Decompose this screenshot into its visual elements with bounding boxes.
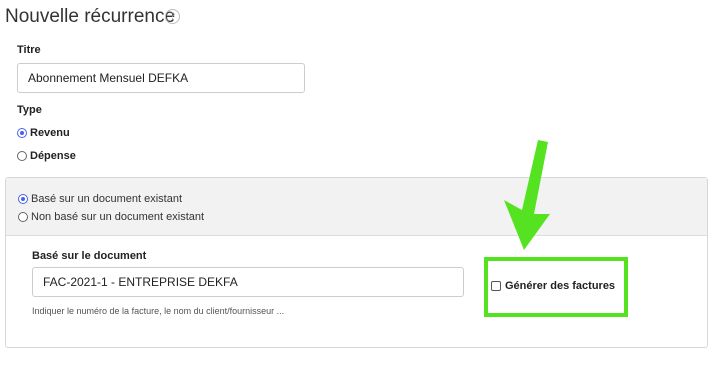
document-label: Basé sur le document xyxy=(32,250,147,262)
source-option-existing-label: Basé sur un document existant xyxy=(31,193,183,205)
source-option-none[interactable]: Non basé sur un document existant xyxy=(18,211,204,223)
source-option-none-label: Non basé sur un document existant xyxy=(31,211,205,223)
arrow-down-icon xyxy=(504,140,550,250)
generate-invoices-checkbox[interactable] xyxy=(491,281,501,291)
type-option-revenu-label: Revenu xyxy=(30,127,70,139)
type-option-depense-label: Dépense xyxy=(30,150,76,162)
titre-input[interactable] xyxy=(17,63,305,93)
generate-invoices-option[interactable]: Générer des factures xyxy=(491,280,615,292)
type-option-depense[interactable]: Dépense xyxy=(17,150,76,162)
generate-invoices-label: Générer des factures xyxy=(505,280,616,292)
page-title: Nouvelle récurrence xyxy=(5,6,176,27)
radio-existing-control[interactable] xyxy=(18,194,28,204)
type-label: Type xyxy=(17,104,42,116)
help-icon[interactable]: ? xyxy=(165,9,180,24)
document-input[interactable] xyxy=(32,267,464,297)
titre-label: Titre xyxy=(17,44,41,56)
document-hint: Indiquer le numéro de la facture, le nom… xyxy=(32,306,285,316)
radio-none-control[interactable] xyxy=(18,212,28,222)
radio-revenu-control[interactable] xyxy=(17,128,27,138)
type-option-revenu[interactable]: Revenu xyxy=(17,127,70,139)
document-source-header: Basé sur un document existant Non basé s… xyxy=(6,178,707,236)
radio-depense-control[interactable] xyxy=(17,151,27,161)
source-option-existing[interactable]: Basé sur un document existant xyxy=(18,193,182,205)
